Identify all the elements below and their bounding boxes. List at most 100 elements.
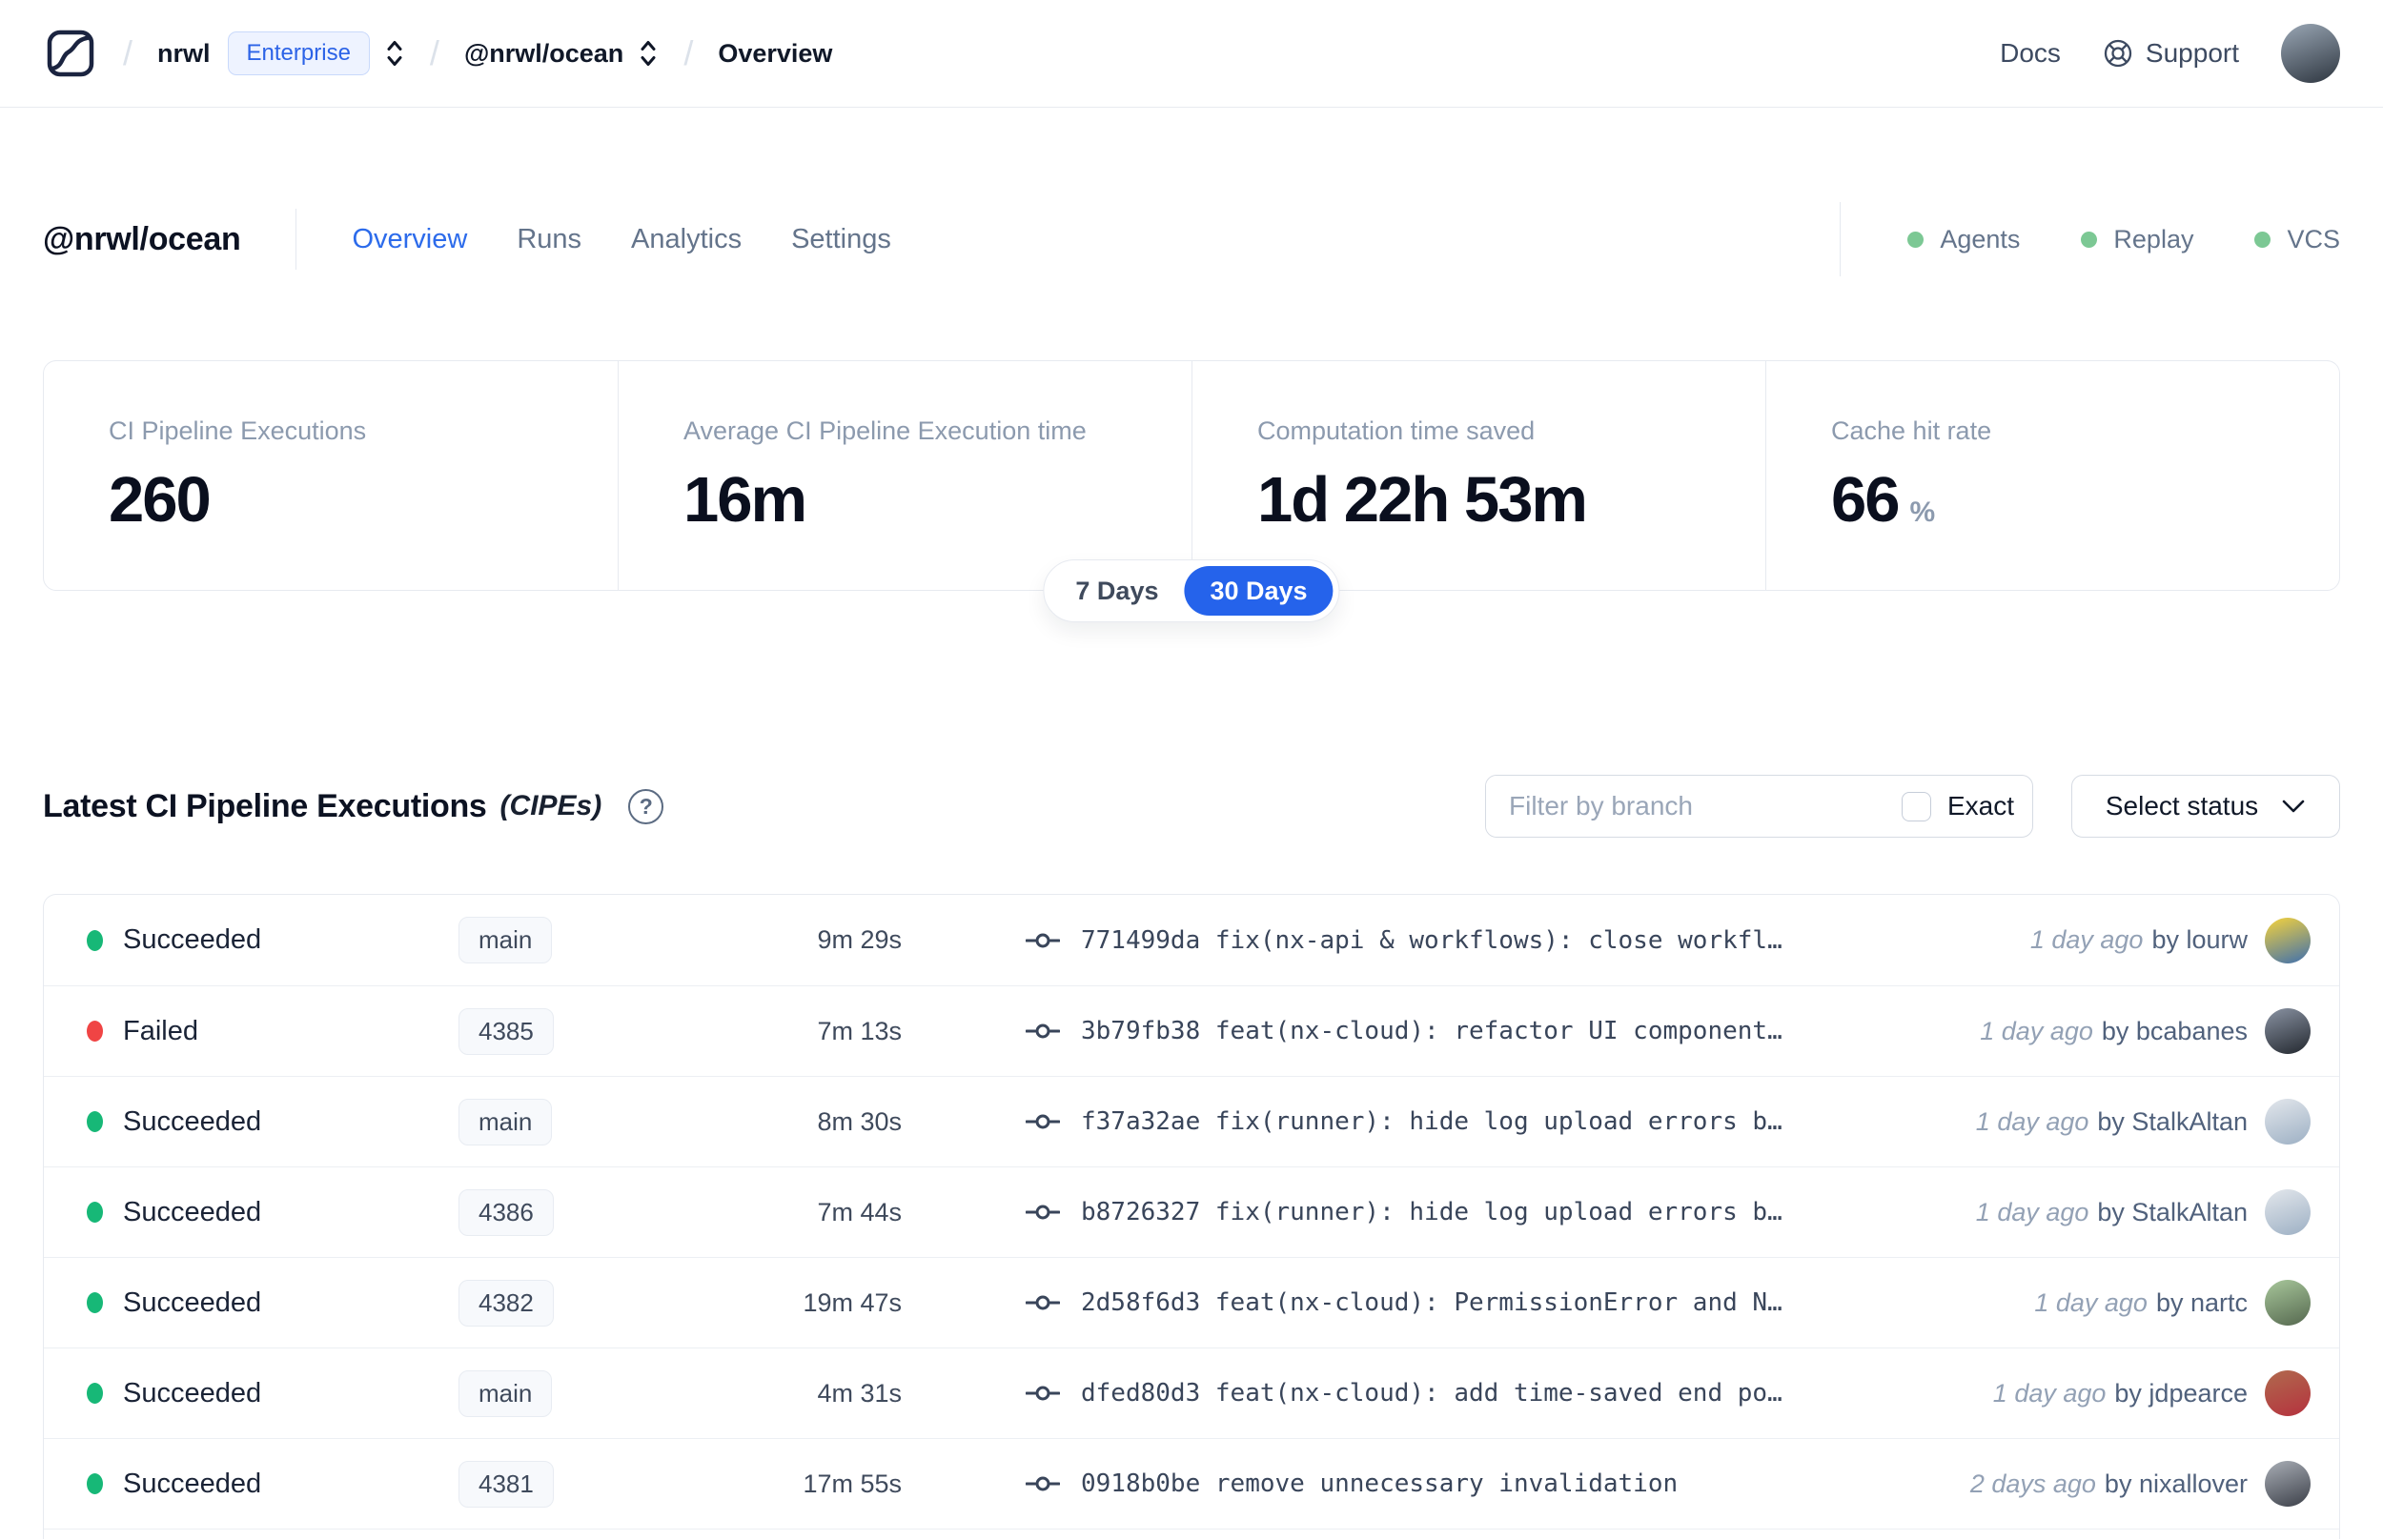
commit-text: f37a32ae fix(runner): hide log upload er… bbox=[1081, 1107, 1782, 1136]
status-dot-icon bbox=[87, 1292, 103, 1313]
table-row[interactable]: Failed 4385 7m 13s 3b79fb38 feat(nx-clou… bbox=[44, 985, 2339, 1076]
table-row[interactable]: Succeeded 4381 17m 55s 0918b0be remove u… bbox=[44, 1438, 2339, 1529]
duration-cell: 17m 55s bbox=[803, 1469, 902, 1498]
status-cell: Succeeded bbox=[87, 1287, 458, 1319]
top-navbar: / nrwl Enterprise / @nrwl/ocean / Overvi… bbox=[0, 0, 2383, 108]
commit-cell: 0918b0be remove unnecessary invalidation bbox=[1026, 1469, 1942, 1498]
status-cell: Succeeded bbox=[87, 1469, 458, 1500]
meta-cell: 1 day ago by nartc bbox=[2034, 1280, 2311, 1326]
table-row[interactable]: Succeeded 4382 19m 47s 2d58f6d3 feat(nx-… bbox=[44, 1257, 2339, 1348]
table-row[interactable]: Succeeded 4386 7m 44s b8726327 fix(runne… bbox=[44, 1166, 2339, 1257]
breadcrumb-page: Overview bbox=[718, 38, 833, 68]
stat-computation-time-saved: Computation time saved 1d 22h 53m bbox=[1192, 361, 1765, 590]
table-row[interactable]: Succeeded main 9m 29s 771499da fix(nx-ap… bbox=[44, 895, 2339, 985]
commit-text: 3b79fb38 feat(nx-cloud): refactor UI com… bbox=[1081, 1017, 1782, 1045]
meta-cell: 1 day ago by StalkAltan bbox=[1976, 1099, 2311, 1145]
git-commit-icon bbox=[1026, 1386, 1060, 1401]
meta-cell: 1 day ago by lourw bbox=[2029, 917, 2311, 963]
author-avatar bbox=[2265, 1189, 2311, 1235]
nx-cloud-logo-icon bbox=[47, 30, 94, 77]
org-switcher-button[interactable] bbox=[384, 37, 405, 70]
author: by nixallover bbox=[2104, 1469, 2248, 1498]
stat-cache-hit-rate: Cache hit rate 66% bbox=[1765, 361, 2339, 590]
tab-runs[interactable]: Runs bbox=[517, 224, 581, 255]
branch-badge: main bbox=[458, 917, 553, 963]
branch-filter-group: Exact bbox=[1485, 775, 2033, 838]
git-commit-icon bbox=[1026, 933, 1060, 947]
status-cell: Succeeded bbox=[87, 1378, 458, 1409]
meta-cell: 1 day ago by jdpearce bbox=[1993, 1370, 2311, 1416]
status-indicator-vcs[interactable]: VCS bbox=[2254, 225, 2340, 254]
author-avatar bbox=[2265, 1461, 2311, 1507]
status-dot-icon bbox=[87, 1473, 103, 1494]
stats-cards: CI Pipeline Executions 260 Average CI Pi… bbox=[43, 360, 2340, 622]
author: by StalkAltan bbox=[2097, 1106, 2248, 1136]
commit-cell: 3b79fb38 feat(nx-cloud): refactor UI com… bbox=[1026, 1017, 1951, 1045]
meta-cell: 1 day ago by bcabanes bbox=[1980, 1008, 2311, 1054]
time-ago: 1 day ago bbox=[2029, 925, 2144, 954]
chevron-up-down-icon bbox=[387, 41, 402, 66]
exact-label: Exact bbox=[1947, 791, 2015, 821]
breadcrumb-separator: / bbox=[429, 33, 439, 72]
stat-value: 66 bbox=[1831, 464, 1901, 536]
nx-cloud-logo[interactable] bbox=[43, 26, 98, 81]
status-cell: Succeeded bbox=[87, 1197, 458, 1228]
workspace-header: @nrwl/ocean Overview Runs Analytics Sett… bbox=[43, 202, 2340, 276]
support-link[interactable]: Support bbox=[2103, 38, 2239, 69]
date-range-toggle: 7 Days 30 Days bbox=[1043, 559, 1340, 622]
branch-filter-input[interactable] bbox=[1486, 776, 1876, 837]
status-dot-icon bbox=[87, 929, 103, 951]
range-7-days-button[interactable]: 7 Days bbox=[1049, 566, 1184, 616]
commit-cell: b8726327 fix(runner): hide log upload er… bbox=[1026, 1198, 1947, 1226]
branch-cell: 4382 bbox=[458, 1279, 697, 1327]
table-row[interactable]: Succeeded main 8m 30s f37a32ae fix(runne… bbox=[44, 1076, 2339, 1166]
git-commit-icon bbox=[1026, 1476, 1060, 1491]
range-30-days-button[interactable]: 30 Days bbox=[1184, 566, 1334, 616]
branch-badge: 4385 bbox=[458, 1007, 554, 1055]
exact-match-toggle[interactable]: Exact bbox=[1876, 776, 2032, 837]
breadcrumb-workspace[interactable]: @nrwl/ocean bbox=[464, 39, 623, 69]
meta-cell: 1 day ago by StalkAltan bbox=[1976, 1189, 2311, 1235]
table-row[interactable]: Succeeded main 4m 31s dfed80d3 feat(nx-c… bbox=[44, 1348, 2339, 1438]
cipe-subtitle: (CIPEs) bbox=[499, 790, 602, 821]
commit-cell: 771499da fix(nx-api & workflows): close … bbox=[1026, 926, 2002, 955]
author: by bcabanes bbox=[2101, 1016, 2248, 1045]
status-select-dropdown[interactable]: Select status bbox=[2071, 775, 2340, 838]
time-ago: 1 day ago bbox=[1992, 1378, 2107, 1408]
time-ago: 2 days ago bbox=[1969, 1469, 2096, 1498]
git-commit-icon bbox=[1026, 1114, 1060, 1129]
status-dot-icon bbox=[87, 1111, 103, 1132]
author: by StalkAltan bbox=[2097, 1197, 2248, 1226]
author-avatar bbox=[2265, 1370, 2311, 1416]
branch-badge: main bbox=[458, 1369, 553, 1417]
tab-overview[interactable]: Overview bbox=[352, 224, 467, 255]
user-avatar[interactable] bbox=[2281, 24, 2340, 83]
workspace-switcher-button[interactable] bbox=[638, 37, 659, 70]
branch-cell: main bbox=[458, 917, 697, 963]
git-commit-icon bbox=[1026, 1295, 1060, 1310]
status-indicator-replay[interactable]: Replay bbox=[2081, 225, 2193, 254]
commit-text: b8726327 fix(runner): hide log upload er… bbox=[1081, 1198, 1782, 1226]
status-cell: Succeeded bbox=[87, 1106, 458, 1138]
tab-settings[interactable]: Settings bbox=[791, 224, 891, 255]
commit-text: 0918b0be remove unnecessary invalidation bbox=[1081, 1469, 1679, 1498]
status-indicator-agents[interactable]: Agents bbox=[1907, 225, 2020, 254]
breadcrumb-org[interactable]: nrwl bbox=[157, 39, 211, 69]
commit-cell: dfed80d3 feat(nx-cloud): add time-saved … bbox=[1026, 1379, 1965, 1408]
chevron-up-down-icon bbox=[641, 41, 656, 66]
branch-badge: 4382 bbox=[458, 1279, 554, 1327]
support-label: Support bbox=[2145, 38, 2239, 68]
chevron-down-icon bbox=[2282, 800, 2305, 813]
duration-cell: 9m 29s bbox=[817, 925, 902, 954]
stat-ci-pipeline-executions: CI Pipeline Executions 260 bbox=[109, 416, 367, 536]
divider bbox=[1840, 202, 1842, 276]
time-ago: 1 day ago bbox=[2034, 1287, 2148, 1317]
branch-cell: main bbox=[458, 1098, 697, 1145]
exact-checkbox[interactable] bbox=[1902, 791, 1931, 821]
docs-link[interactable]: Docs bbox=[2000, 38, 2061, 69]
commit-cell: 2d58f6d3 feat(nx-cloud): PermissionError… bbox=[1026, 1288, 2006, 1317]
help-icon[interactable]: ? bbox=[628, 788, 664, 824]
branch-badge: 4386 bbox=[458, 1188, 554, 1236]
tab-analytics[interactable]: Analytics bbox=[631, 224, 742, 255]
branch-cell: 4385 bbox=[458, 1007, 697, 1055]
